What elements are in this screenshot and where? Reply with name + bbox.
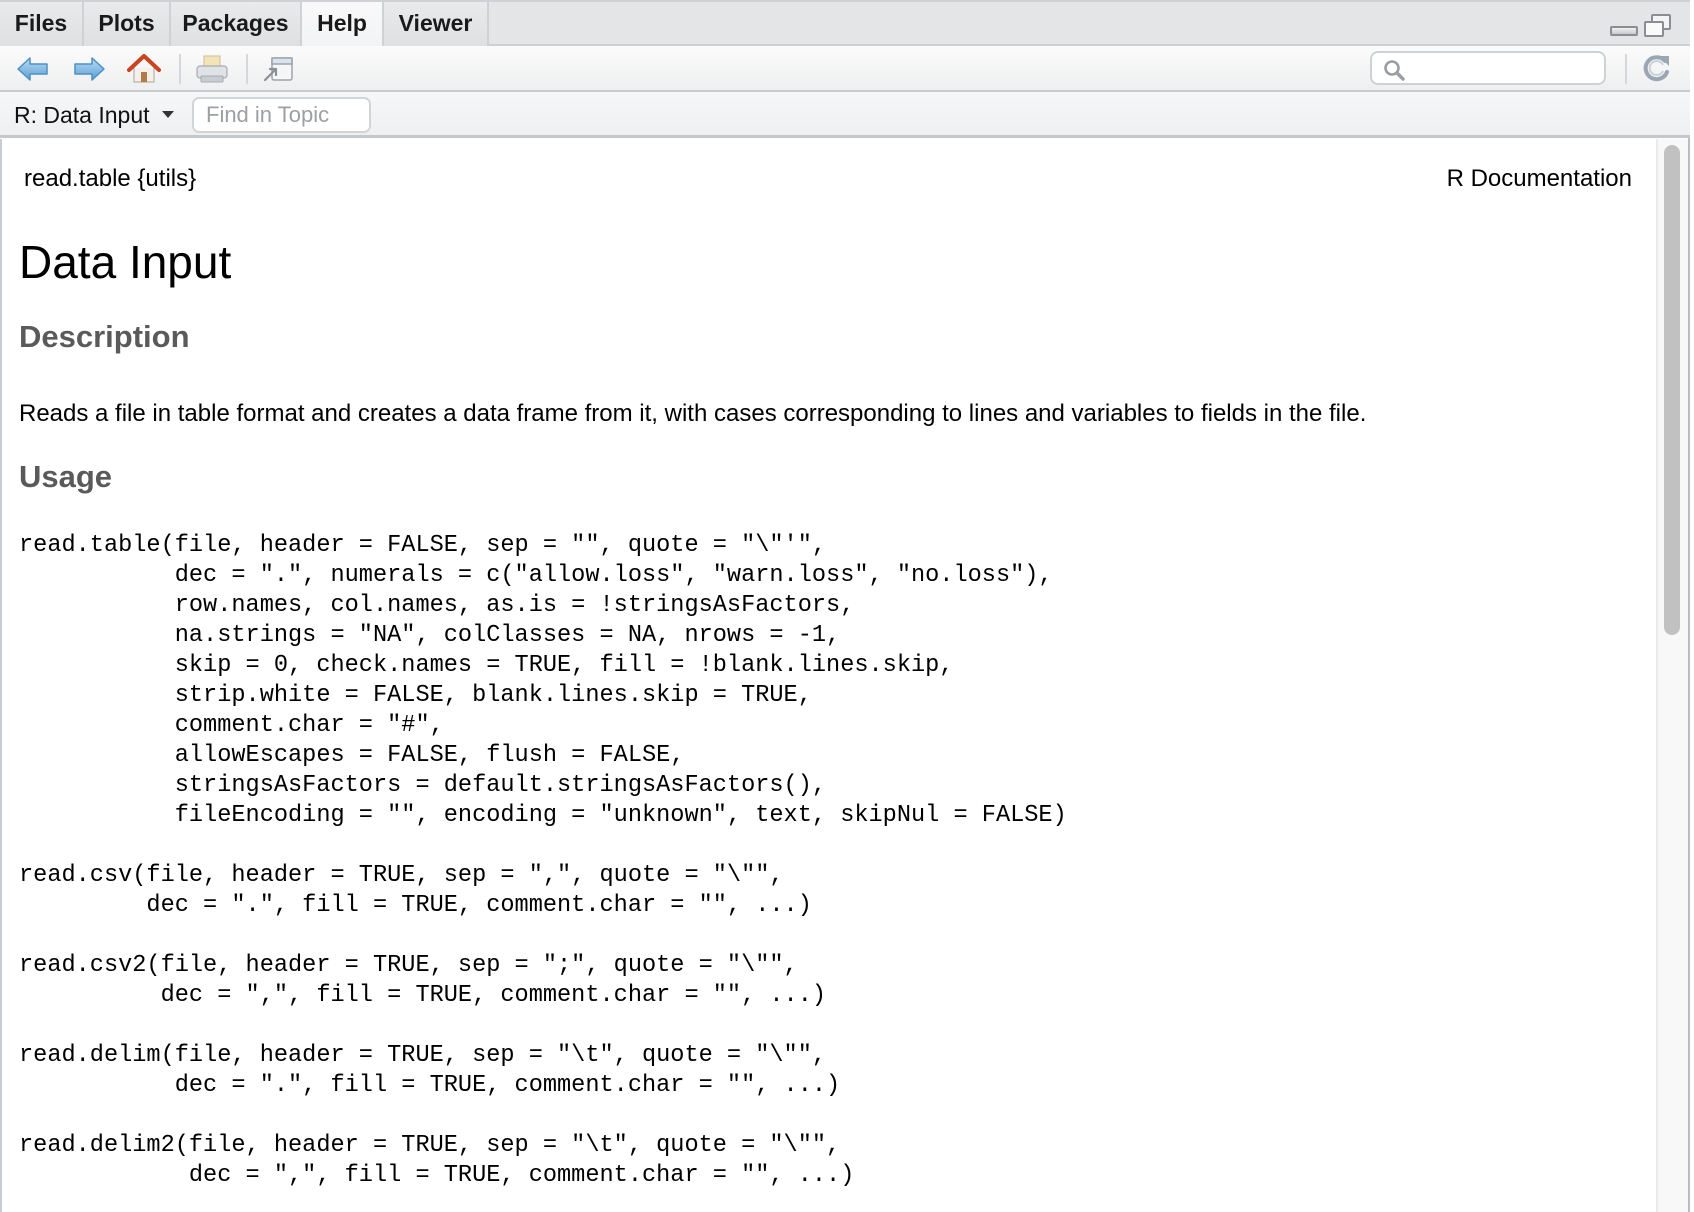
page-title: Data Input	[19, 236, 232, 288]
help-search-input[interactable]	[1412, 55, 1598, 81]
help-toolbar	[0, 46, 1690, 92]
doc-source-label: R Documentation	[1446, 165, 1632, 192]
help-pane: Files Plots Packages Help Viewer R: Data…	[0, 0, 1690, 1212]
section-heading-description: Description	[19, 319, 190, 354]
help-search-field[interactable]	[1370, 51, 1606, 85]
toolbar-separator	[246, 54, 248, 84]
topic-dropdown-label: R: Data Input	[14, 102, 150, 128]
help-document: read.table {utils} R Documentation Data …	[0, 139, 1654, 1212]
search-icon	[1382, 58, 1406, 82]
tab-viewer[interactable]: Viewer	[384, 2, 489, 46]
forward-arrow-icon[interactable]	[72, 54, 106, 84]
topic-bar: R: Data Input	[0, 92, 1690, 138]
section-heading-usage: Usage	[19, 459, 113, 494]
scrollbar-thumb[interactable]	[1664, 145, 1680, 635]
description-text: Reads a file in table format and creates…	[19, 400, 1367, 427]
refresh-icon[interactable]	[1639, 52, 1673, 82]
tab-packages[interactable]: Packages	[171, 2, 302, 46]
topic-dropdown[interactable]: R: Data Input	[14, 100, 174, 130]
find-in-topic-input[interactable]	[192, 97, 371, 133]
doc-package-label: read.table {utils}	[24, 165, 197, 192]
window-controls	[1610, 14, 1674, 40]
maximize-icon[interactable]	[1644, 14, 1672, 38]
tab-files[interactable]: Files	[0, 2, 84, 46]
chevron-down-icon	[161, 111, 174, 119]
print-icon[interactable]	[195, 54, 229, 84]
back-arrow-icon[interactable]	[16, 54, 50, 84]
tab-plots[interactable]: Plots	[84, 2, 171, 46]
usage-code-block: read.table(file, header = FALSE, sep = "…	[19, 532, 1067, 1189]
toolbar-separator	[1625, 54, 1627, 84]
minimize-icon[interactable]	[1610, 26, 1638, 36]
open-in-new-window-icon[interactable]	[262, 54, 296, 84]
pane-tab-bar: Files Plots Packages Help Viewer	[0, 0, 1690, 48]
tab-help[interactable]: Help	[300, 2, 384, 48]
toolbar-separator	[179, 54, 181, 84]
home-icon[interactable]	[127, 54, 161, 84]
